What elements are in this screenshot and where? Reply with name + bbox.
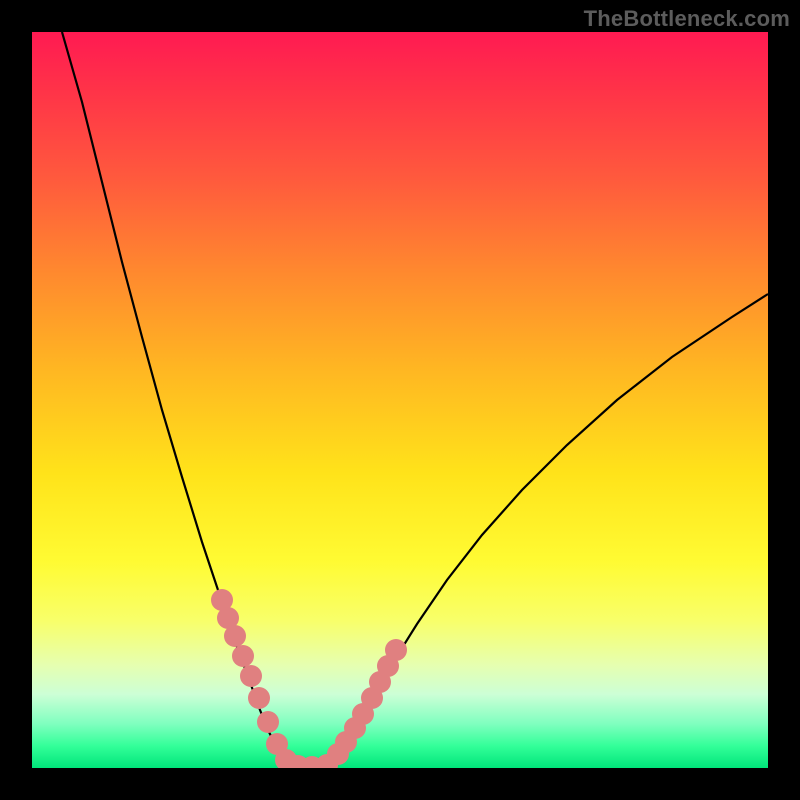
marker-dot xyxy=(257,711,279,733)
curve-left xyxy=(62,32,290,766)
marker-dot xyxy=(385,639,407,661)
marker-dot xyxy=(224,625,246,647)
marker-dot xyxy=(248,687,270,709)
marker-dots xyxy=(211,589,407,768)
curve-right xyxy=(326,294,768,766)
plot-area xyxy=(32,32,768,768)
marker-dot xyxy=(240,665,262,687)
curve-group xyxy=(62,32,768,768)
marker-dot xyxy=(232,645,254,667)
watermark-text: TheBottleneck.com xyxy=(584,6,790,32)
outer-frame: TheBottleneck.com xyxy=(0,0,800,800)
chart-svg xyxy=(32,32,768,768)
